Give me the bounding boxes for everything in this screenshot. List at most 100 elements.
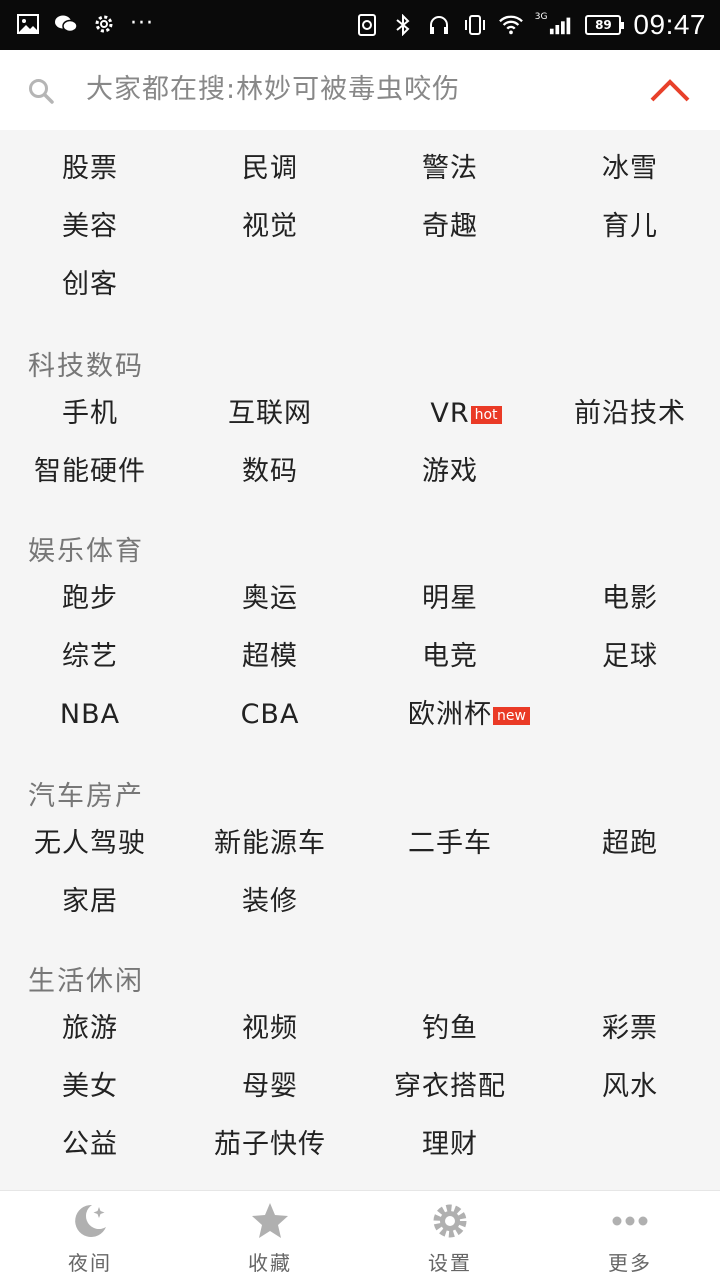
channel-item[interactable]: 警法 bbox=[360, 140, 540, 198]
channel-item[interactable]: VR hot bbox=[360, 385, 540, 443]
channel-item[interactable]: 数码 bbox=[180, 443, 360, 501]
channel-label: CBA bbox=[240, 699, 300, 730]
channel-label: 创客 bbox=[62, 269, 118, 300]
search-bar[interactable]: 大家都在搜:林妙可被毒虫咬伤 bbox=[0, 50, 720, 130]
channel-grid: 无人驾驶 新能源车 二手车 超跑家居 装修 bbox=[0, 815, 720, 931]
more-label: 更多 bbox=[608, 1251, 652, 1275]
more-button[interactable]: 更多 bbox=[540, 1191, 720, 1280]
channel-item[interactable]: 足球 bbox=[540, 628, 720, 686]
bluetooth-icon bbox=[391, 13, 415, 37]
channel-grid: 跑步 奥运 明星 电影综艺 超模 电竞 足球 NBA CBA 欧洲杯 new bbox=[0, 570, 720, 744]
channel-label: 跑步 bbox=[62, 583, 118, 614]
channel-item[interactable]: 家居 bbox=[0, 873, 180, 931]
section-title: 生活休闲 bbox=[28, 966, 144, 997]
channel-item[interactable]: 股票 bbox=[0, 140, 180, 198]
channel-list: 股票 民调 警法 冰雪美容 视觉 奇趣 育儿创客 科技数码 手机 互联网 VR hot 前沿技术智能… bbox=[0, 130, 720, 1190]
channel-item[interactable]: 跑步 bbox=[0, 570, 180, 628]
channel-item[interactable]: 明星 bbox=[360, 570, 540, 628]
channel-label: 新能源车 bbox=[214, 828, 326, 859]
channel-label: 风水 bbox=[602, 1071, 658, 1102]
channel-label: 钓鱼 bbox=[422, 1013, 478, 1044]
channel-item[interactable]: 风水 bbox=[540, 1058, 720, 1116]
channel-item[interactable]: 智能硬件 bbox=[0, 443, 180, 501]
night-mode-button[interactable]: 夜间 bbox=[0, 1191, 180, 1280]
channel-item[interactable]: 新能源车 bbox=[180, 815, 360, 873]
channel-item[interactable]: 欧洲杯 new bbox=[360, 686, 540, 744]
channel-label: 穿衣搭配 bbox=[394, 1071, 506, 1102]
channel-item[interactable]: CBA bbox=[180, 686, 360, 744]
channel-item[interactable]: 奇趣 bbox=[360, 198, 540, 256]
channel-item[interactable]: 钓鱼 bbox=[360, 1000, 540, 1058]
star-icon bbox=[250, 1201, 290, 1241]
wifi-icon bbox=[498, 13, 523, 37]
section-title: 娱乐体育 bbox=[28, 536, 144, 567]
channel-label: 无人驾驶 bbox=[34, 828, 146, 859]
section-title: 科技数码 bbox=[28, 351, 144, 382]
channel-label: 综艺 bbox=[62, 641, 118, 672]
favorites-button[interactable]: 收藏 bbox=[180, 1191, 360, 1280]
channel-item[interactable]: 电竞 bbox=[360, 628, 540, 686]
channel-item[interactable]: 公益 bbox=[0, 1116, 180, 1174]
channel-label: 美女 bbox=[62, 1071, 118, 1102]
chevron-up-icon[interactable] bbox=[648, 74, 692, 106]
channel-item[interactable]: 视频 bbox=[180, 1000, 360, 1058]
channel-item[interactable]: 创客 bbox=[0, 256, 180, 314]
channel-item[interactable]: 美女 bbox=[0, 1058, 180, 1116]
channel-label: 育儿 bbox=[602, 211, 658, 242]
headphones-icon bbox=[427, 13, 451, 37]
channel-label: 足球 bbox=[602, 641, 658, 672]
vibrate-icon bbox=[463, 13, 487, 37]
channel-label: 装修 bbox=[242, 886, 298, 917]
channel-item[interactable]: 奥运 bbox=[180, 570, 360, 628]
channel-item[interactable]: 前沿技术 bbox=[540, 385, 720, 443]
channel-item[interactable]: 民调 bbox=[180, 140, 360, 198]
channel-label: 旅游 bbox=[62, 1013, 118, 1044]
channel-label: 欧洲杯 new bbox=[408, 699, 530, 730]
channel-label: 公益 bbox=[62, 1129, 118, 1160]
channel-item[interactable]: 电影 bbox=[540, 570, 720, 628]
channel-item[interactable]: 互联网 bbox=[180, 385, 360, 443]
wechat-icon bbox=[54, 12, 78, 36]
channel-item[interactable]: 旅游 bbox=[0, 1000, 180, 1058]
channel-item[interactable]: 母婴 bbox=[180, 1058, 360, 1116]
channel-item[interactable]: 冰雪 bbox=[540, 140, 720, 198]
bottom-toolbar: 夜间 收藏 设置 更多 bbox=[0, 1190, 720, 1280]
channel-label: 超模 bbox=[242, 641, 298, 672]
channel-label: 前沿技术 bbox=[574, 398, 686, 429]
channel-label: 理财 bbox=[422, 1129, 478, 1160]
channel-item[interactable]: 育儿 bbox=[540, 198, 720, 256]
channel-label: 二手车 bbox=[408, 828, 492, 859]
search-icon[interactable] bbox=[28, 78, 54, 104]
channel-item[interactable]: 美容 bbox=[0, 198, 180, 256]
channel-label: 彩票 bbox=[602, 1013, 658, 1044]
channel-label: NBA bbox=[59, 699, 121, 730]
channel-item[interactable]: 理财 bbox=[360, 1116, 540, 1174]
channel-item[interactable]: 视觉 bbox=[180, 198, 360, 256]
channel-item[interactable]: 茄子快传 bbox=[180, 1116, 360, 1174]
hot-badge: hot bbox=[470, 406, 502, 424]
channel-item[interactable]: 手机 bbox=[0, 385, 180, 443]
channel-item[interactable]: 穿衣搭配 bbox=[360, 1058, 540, 1116]
channel-grid: 股票 民调 警法 冰雪美容 视觉 奇趣 育儿创客 bbox=[0, 140, 720, 314]
channel-item[interactable]: 游戏 bbox=[360, 443, 540, 501]
settings-button[interactable]: 设置 bbox=[360, 1191, 540, 1280]
search-hint-prefix: 大家都在搜: bbox=[86, 74, 237, 105]
channel-label: 数码 bbox=[242, 456, 298, 487]
channel-item[interactable]: 彩票 bbox=[540, 1000, 720, 1058]
battery-icon: 89 bbox=[585, 15, 625, 35]
channel-item[interactable]: 超模 bbox=[180, 628, 360, 686]
channel-item[interactable]: 无人驾驶 bbox=[0, 815, 180, 873]
section-title: 汽车房产 bbox=[28, 781, 144, 812]
channel-label: 母婴 bbox=[242, 1071, 298, 1102]
channel-item[interactable]: 装修 bbox=[180, 873, 360, 931]
channel-label: 茄子快传 bbox=[214, 1129, 326, 1160]
clock: 09:47 bbox=[633, 9, 706, 40]
search-hint[interactable]: 大家都在搜:林妙可被毒虫咬伤 bbox=[86, 72, 460, 108]
channel-item[interactable]: 超跑 bbox=[540, 815, 720, 873]
channel-label: 视频 bbox=[242, 1013, 298, 1044]
channel-item[interactable]: 综艺 bbox=[0, 628, 180, 686]
channel-item[interactable]: 二手车 bbox=[360, 815, 540, 873]
status-bar: ··· 3G 89 09:47 bbox=[0, 0, 720, 50]
channel-label: 奇趣 bbox=[422, 211, 478, 242]
channel-item[interactable]: NBA bbox=[0, 686, 180, 744]
